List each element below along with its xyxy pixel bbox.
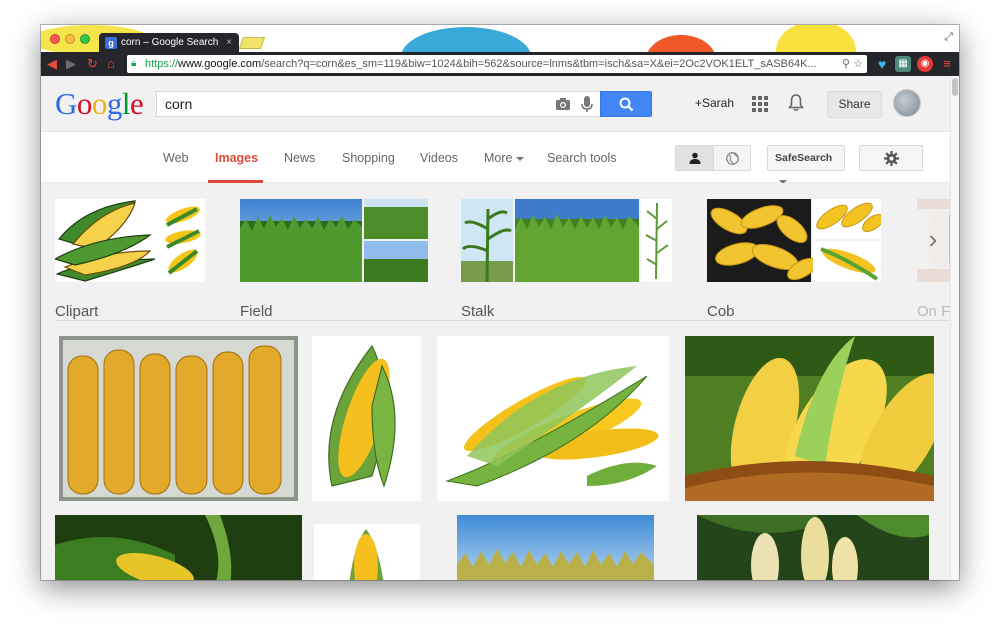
result-image-single-cob[interactable] [312, 336, 421, 501]
url-scheme: https:// [145, 58, 179, 70]
clipart-corn-thumbnail [55, 199, 205, 282]
search-box [156, 91, 601, 117]
red-extension-icon[interactable]: ◉ [917, 56, 933, 72]
microphone-icon[interactable] [581, 96, 593, 113]
logo-letter: e [130, 86, 144, 121]
tab-shopping[interactable]: Shopping [342, 151, 395, 165]
forward-arrow-icon[interactable]: ▶ [66, 55, 76, 73]
safesearch-dropdown[interactable]: SafeSearch [767, 145, 845, 185]
tab-videos[interactable]: Videos [420, 151, 458, 165]
apps-grid-icon[interactable] [752, 96, 768, 112]
google-favicon-icon: g [105, 37, 117, 49]
globe-icon [726, 152, 739, 165]
corn-stalk-thumbnail [461, 199, 672, 282]
next-related-arrow-icon[interactable]: › [917, 209, 949, 269]
url-path: /search?q=corn&es_sm=119&biw=1024&bih=56… [261, 58, 817, 70]
new-tab-button[interactable] [238, 37, 266, 49]
back-arrow-icon[interactable]: ◀ [47, 55, 57, 73]
divider [55, 320, 949, 321]
notification-bell-icon[interactable] [788, 94, 804, 112]
url-domain: www.google.com [178, 58, 262, 70]
page-scrollbar[interactable] [950, 76, 959, 580]
tab-close-icon[interactable]: × [226, 33, 232, 52]
wallpaper-shape [776, 25, 856, 52]
avatar[interactable] [893, 89, 921, 117]
related-label: Field [240, 303, 273, 320]
logo-letter: o [91, 86, 108, 121]
browser-toolbar: ◀ ▶ ↻ ⌂ 🔒︎ https://www.google.com/search… [41, 52, 959, 76]
tab-more[interactable]: More [484, 151, 525, 165]
zoom-magnifier-icon[interactable]: ⚲ [842, 58, 850, 70]
personal-results-button[interactable] [675, 145, 714, 171]
logo-letter: G [55, 86, 77, 121]
reload-icon[interactable]: ↻ [87, 55, 98, 73]
safesearch-label: SafeSearch [775, 152, 833, 164]
window-close-button[interactable] [50, 34, 60, 44]
result-image-sky-field[interactable] [457, 515, 654, 580]
bookmark-star-icon[interactable]: ☆ [853, 58, 863, 70]
result-image-cobs-on-stalk[interactable] [697, 515, 929, 580]
result-image-corn-plant[interactable] [55, 515, 302, 580]
home-icon[interactable]: ⌂ [107, 55, 115, 73]
related-label: On F [917, 303, 951, 320]
logo-letter: o [76, 86, 93, 121]
tab-search-tools[interactable]: Search tools [547, 151, 616, 165]
tab-strip: g corn – Google Search × ⤢ [41, 25, 959, 52]
result-image-six-cobs[interactable] [59, 336, 298, 501]
person-icon [689, 152, 701, 164]
camera-icon[interactable] [555, 96, 571, 112]
tab-images[interactable]: Images [215, 151, 258, 165]
browser-tab-active[interactable]: g corn – Google Search × [99, 33, 239, 52]
logo-letter: l [121, 86, 131, 121]
window-zoom-button[interactable] [80, 34, 90, 44]
address-bar[interactable]: 🔒︎ https://www.google.com/search?q=corn&… [127, 55, 867, 73]
corn-cob-thumbnail [707, 199, 881, 282]
scrollbar-thumb[interactable] [952, 78, 958, 96]
search-input[interactable] [157, 92, 537, 116]
chevron-down-icon [516, 156, 525, 161]
tab-web[interactable]: Web [163, 151, 188, 165]
result-image-husk-cob[interactable] [314, 524, 420, 580]
fullscreen-icon[interactable]: ⤢ [944, 31, 953, 44]
google-header: Google +Sarah [41, 76, 959, 132]
global-results-button[interactable] [713, 145, 751, 171]
plus-user-link[interactable]: +Sarah [695, 96, 734, 110]
related-label: Stalk [461, 303, 495, 320]
tab-more-label: More [484, 151, 513, 165]
wallpaper-shape [401, 27, 531, 52]
corn-field-thumbnail [240, 199, 428, 282]
search-button[interactable] [600, 91, 652, 117]
related-label: Cob [707, 303, 735, 320]
browser-window: g corn – Google Search × ⤢ ◀ ▶ ↻ ⌂ 🔒︎ ht… [41, 25, 959, 580]
logo-letter: g [106, 86, 123, 121]
photo-extension-icon[interactable]: ▦ [895, 56, 911, 72]
related-search-field[interactable]: Field [240, 199, 428, 320]
related-search-clipart[interactable]: Clipart [55, 199, 205, 320]
image-results-area: Clipart Field Stalk Cob On F › [41, 183, 959, 580]
share-button[interactable]: Share [827, 91, 882, 118]
lock-icon: 🔒︎ [131, 58, 137, 69]
settings-button[interactable] [859, 145, 923, 171]
search-type-tabs: Web Images News Shopping Videos More Sea… [41, 133, 959, 185]
google-logo[interactable]: Google [55, 86, 144, 122]
wallpaper-shape [646, 35, 716, 52]
related-label: Clipart [55, 303, 99, 320]
shield-extension-icon[interactable]: ♥ [874, 56, 890, 72]
browser-menu-icon[interactable]: ≡ [939, 56, 955, 72]
related-search-stalk[interactable]: Stalk [461, 199, 672, 320]
result-image-basket-cobs[interactable] [685, 336, 934, 501]
tab-news[interactable]: News [284, 151, 315, 165]
tab-title: corn – Google Search [121, 37, 219, 48]
gear-icon [884, 151, 899, 166]
omnibox-actions: ⚲ ☆ [838, 55, 863, 73]
window-minimize-button[interactable] [65, 34, 75, 44]
result-image-three-cobs[interactable] [437, 336, 669, 501]
related-search-cob[interactable]: Cob [707, 199, 881, 320]
search-icon [619, 97, 634, 112]
